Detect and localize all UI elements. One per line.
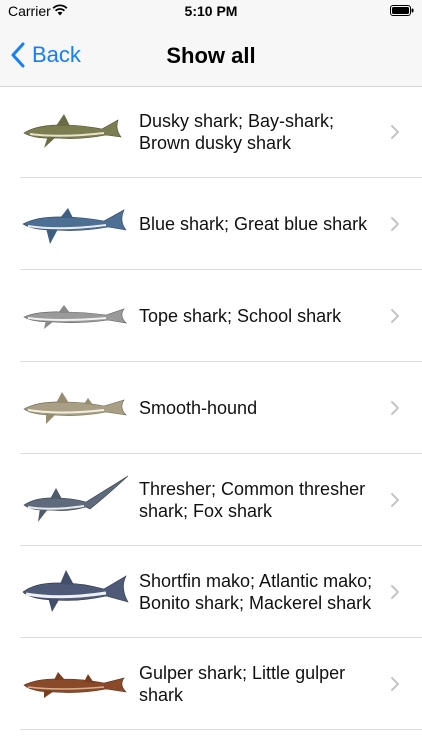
list-item-label: Dusky shark; Bay-shark; Brown dusky shar… bbox=[139, 111, 335, 153]
thresher-shark-image bbox=[23, 475, 129, 522]
list-item[interactable]: Gulper shark; Little gulper shark bbox=[0, 638, 422, 730]
tope-shark-image bbox=[23, 305, 127, 329]
list-item-label: Smooth-hound bbox=[139, 398, 258, 418]
dusky-shark-image bbox=[23, 114, 122, 148]
list-item-label: Thresher; Common thresher shark; Fox sha… bbox=[139, 479, 366, 521]
gulper-shark-image bbox=[23, 672, 127, 698]
list-item[interactable]: Shortfin mako; Atlantic mako; Bonito sha… bbox=[0, 546, 422, 638]
list-item[interactable]: Smooth-hound bbox=[0, 362, 422, 454]
smooth-hound-image bbox=[23, 392, 127, 424]
list-item-label: Tope shark; School shark bbox=[139, 306, 342, 326]
chevron-right-icon bbox=[391, 401, 399, 415]
chevron-right-icon bbox=[391, 677, 399, 691]
shark-list: Dusky shark; Bay-shark; Brown dusky shar… bbox=[0, 86, 422, 730]
chevron-right-icon bbox=[391, 585, 399, 599]
shortfin-mako-image bbox=[22, 570, 129, 612]
blue-shark-image bbox=[22, 208, 127, 244]
chevron-right-icon bbox=[391, 125, 399, 139]
list-item[interactable]: Blue shark; Great blue shark bbox=[0, 178, 422, 270]
list-item-label: Blue shark; Great blue shark bbox=[139, 214, 368, 234]
list-item[interactable]: Thresher; Common thresher shark; Fox sha… bbox=[0, 454, 422, 546]
page-title: Show all bbox=[166, 43, 256, 68]
chevron-right-icon bbox=[391, 309, 399, 323]
status-bar: Carrier 5:10 PM bbox=[0, 0, 422, 22]
list-item-label: Shortfin mako; Atlantic mako; Bonito sha… bbox=[139, 571, 373, 613]
list-item-label: Gulper shark; Little gulper shark bbox=[139, 663, 346, 705]
list-item[interactable]: Tope shark; School shark bbox=[0, 270, 422, 362]
battery-icon bbox=[390, 5, 414, 16]
navigation-bar: Back Show all bbox=[0, 22, 422, 87]
list-item[interactable]: Dusky shark; Bay-shark; Brown dusky shar… bbox=[0, 86, 422, 178]
status-time: 5:10 PM bbox=[184, 3, 238, 19]
chevron-right-icon bbox=[391, 217, 399, 231]
chevron-right-icon bbox=[391, 493, 399, 507]
